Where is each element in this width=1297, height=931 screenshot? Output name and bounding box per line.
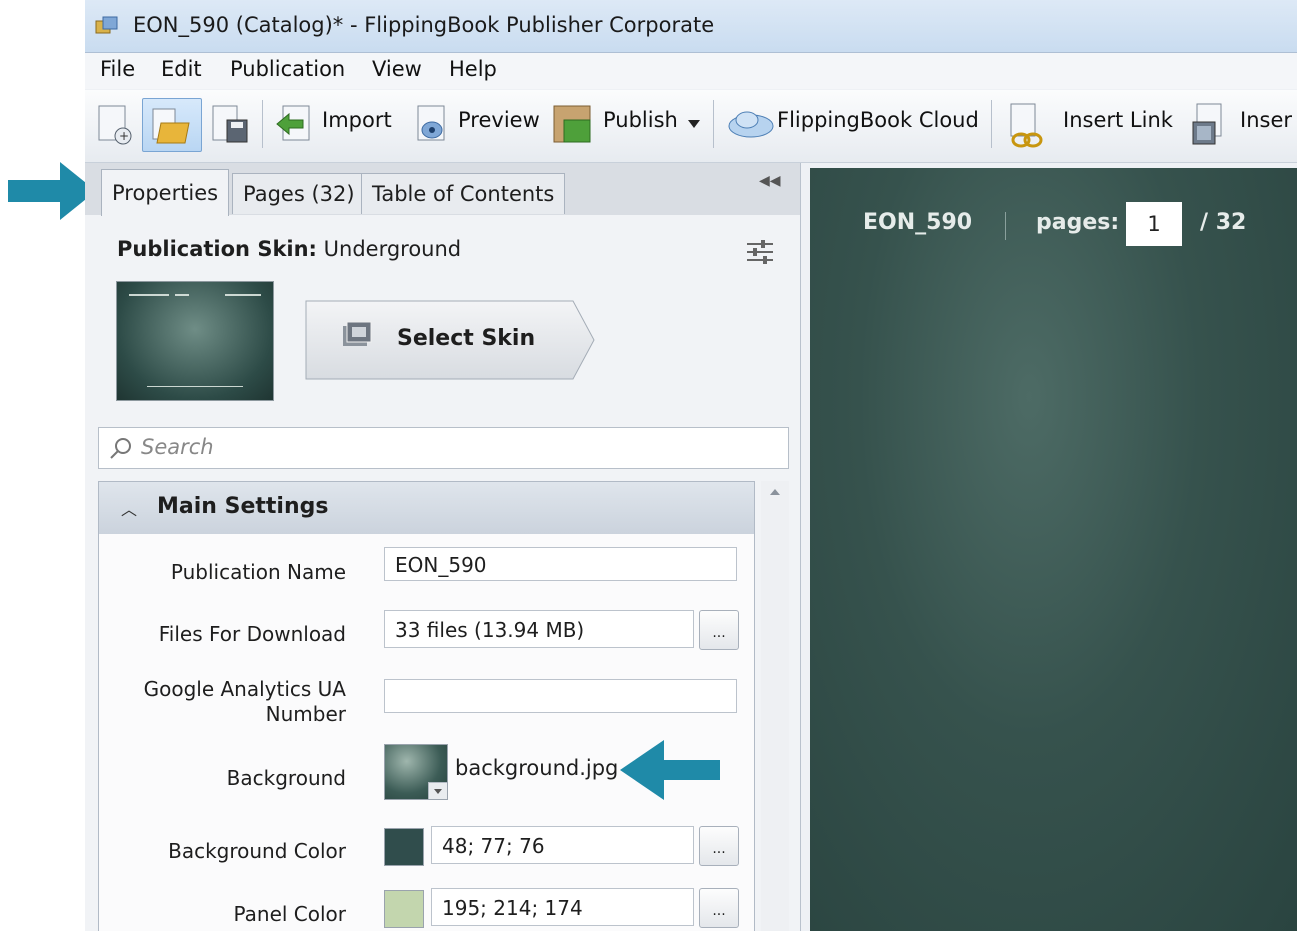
open-project-button[interactable] [142, 98, 202, 152]
open-folder-icon [152, 108, 190, 144]
background-color-button[interactable]: ... [699, 826, 739, 866]
import-icon[interactable] [273, 98, 317, 150]
annotation-arrow-background [620, 740, 720, 800]
svg-text:+: + [119, 129, 129, 143]
chevron-down-icon[interactable] [686, 98, 702, 150]
publication-preview: EON_590 pages: 1 / 32 [810, 168, 1297, 931]
background-color-field[interactable]: 48; 77; 76 [431, 826, 694, 864]
google-analytics-field[interactable] [384, 679, 737, 713]
publish-icon[interactable] [552, 98, 596, 150]
toolbar-separator [713, 100, 714, 148]
save-icon[interactable] [207, 98, 251, 150]
insert-link-button[interactable]: Insert Link [1063, 108, 1173, 132]
left-panel: Properties Pages (32) Table of Contents … [85, 163, 801, 931]
google-analytics-label-line2: Number [265, 702, 346, 726]
panel-color-field[interactable]: 195; 214; 174 [431, 888, 694, 926]
select-skin-label: Select Skin [397, 326, 536, 351]
files-for-download-label: Files For Download [158, 622, 346, 646]
preview-icon[interactable] [410, 98, 454, 150]
settings-list: Publication Name EON_590 Files For Downl… [98, 534, 755, 931]
chevron-up-icon: ︿ [121, 500, 138, 519]
preview-page-total: / 32 [1200, 210, 1247, 235]
preview-title: EON_590 [863, 210, 973, 235]
insert-link-icon[interactable] [1003, 98, 1047, 150]
main-settings-header[interactable]: ︿ Main Settings [98, 481, 755, 535]
collapse-panel-icon[interactable]: ◀◀ [759, 173, 781, 189]
publish-button[interactable]: Publish [603, 108, 678, 132]
flippingbook-cloud-button[interactable]: FlippingBook Cloud [777, 108, 979, 132]
publication-skin-value: Underground [323, 237, 462, 261]
background-label: Background [226, 766, 346, 790]
tab-pages[interactable]: Pages (32) [232, 173, 366, 214]
background-color-label: Background Color [168, 839, 346, 863]
google-analytics-label-line1: Google Analytics UA [143, 677, 346, 701]
panel-tabs: Properties Pages (32) Table of Contents … [85, 163, 800, 216]
panel-color-label: Panel Color [233, 902, 346, 926]
import-button[interactable]: Import [322, 108, 392, 132]
scroll-up-icon[interactable] [770, 489, 780, 495]
search-icon [110, 438, 131, 459]
publication-skin-row: Publication Skin: Underground [117, 237, 461, 261]
title-bar: EON_590 (Catalog)* - FlippingBook Publis… [85, 0, 1297, 53]
tab-table-of-contents[interactable]: Table of Contents [361, 173, 566, 214]
panel-color-swatch[interactable] [384, 890, 424, 928]
panel-color-button[interactable]: ... [699, 888, 739, 928]
publication-name-field[interactable]: EON_590 [384, 547, 737, 581]
search-placeholder: Search [141, 435, 214, 459]
section-title: Main Settings [157, 494, 329, 519]
background-file-name: background.jpg [455, 756, 619, 780]
window-title: EON_590 (Catalog)* - FlippingBook Publis… [133, 13, 715, 37]
preview-button[interactable]: Preview [458, 108, 540, 132]
menu-edit[interactable]: Edit [161, 57, 202, 81]
menu-view[interactable]: View [372, 57, 422, 81]
skin-thumbnail [116, 281, 274, 401]
tab-properties[interactable]: Properties [101, 169, 230, 216]
menu-file[interactable]: File [100, 57, 135, 81]
new-project-icon[interactable]: + [93, 98, 135, 150]
files-browse-button[interactable]: ... [699, 610, 739, 650]
settings-scrollbar[interactable] [761, 481, 789, 931]
toolbar-separator [262, 100, 263, 148]
menu-publication[interactable]: Publication [230, 57, 345, 81]
menu-help[interactable]: Help [449, 57, 497, 81]
insert-video-icon[interactable] [1185, 98, 1229, 150]
page-number-input[interactable]: 1 [1126, 202, 1182, 246]
search-input[interactable]: Search [98, 427, 789, 469]
skin-settings-icon[interactable] [745, 239, 775, 265]
toolbar: + Import Preview Publish FlippingBook Cl… [85, 90, 1297, 163]
annotation-arrow-properties [8, 162, 96, 220]
publication-skin-label: Publication Skin: [117, 237, 317, 261]
cloud-icon[interactable] [725, 98, 777, 150]
app-icon [95, 16, 118, 34]
background-image-picker[interactable] [384, 744, 448, 800]
files-for-download-field[interactable]: 33 files (13.94 MB) [384, 610, 694, 648]
preview-pages-label: pages: [1036, 210, 1120, 235]
preview-divider [1005, 212, 1006, 240]
chevron-down-icon[interactable] [428, 782, 447, 799]
insert-more-button[interactable]: Inser [1240, 108, 1292, 132]
toolbar-separator [991, 100, 992, 148]
background-color-swatch[interactable] [384, 828, 424, 866]
menu-bar: File Edit Publication View Help [85, 53, 1297, 89]
publication-name-label: Publication Name [170, 560, 346, 584]
